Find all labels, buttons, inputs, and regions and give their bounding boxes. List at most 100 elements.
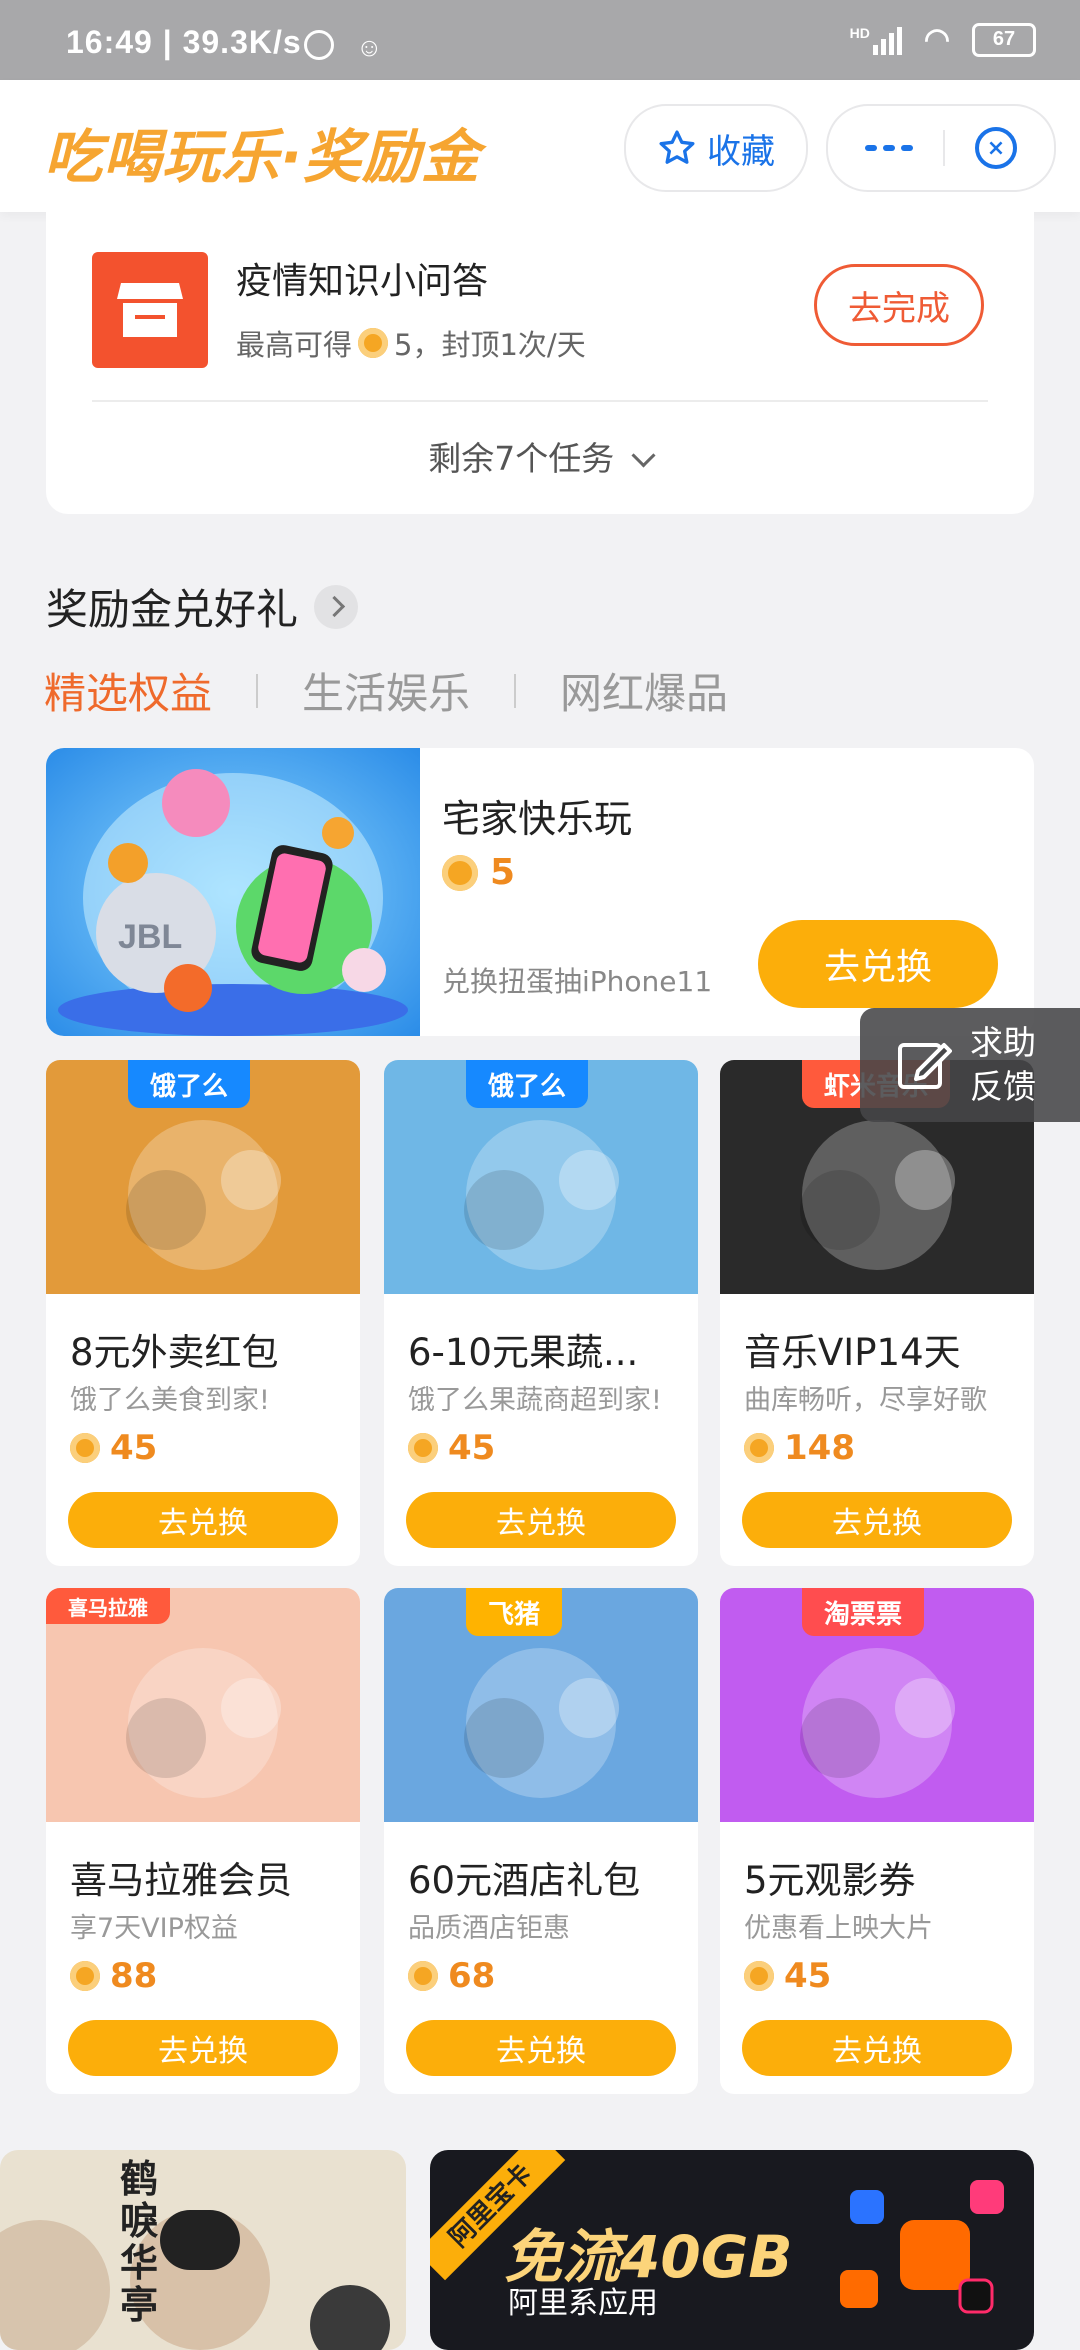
reward-price-value: 45: [448, 1428, 496, 1468]
page-title: 吃喝玩乐·奖励金: [44, 123, 481, 191]
featured-image: JBL: [46, 748, 420, 1036]
reward-name: 60元酒店礼包: [408, 1859, 641, 1902]
reward-price: 88: [70, 1956, 157, 1996]
network-type-label: HD: [849, 24, 870, 41]
reward-desc: 饿了么美食到家!: [70, 1385, 270, 1416]
data-plan-banner[interactable]: 阿里宝卡 免流40GB 阿里系应用: [430, 2150, 1034, 2350]
reward-card-ximalaya-vip[interactable]: 喜马拉雅 喜马拉雅会员 享7天VIP权益 88 去兑换: [46, 1588, 360, 2094]
featured-price-value: 5: [490, 852, 516, 893]
redeem-button[interactable]: 去兑换: [742, 2020, 1012, 2076]
shop-icon: [92, 252, 208, 368]
wifi-icon: ◠: [923, 23, 950, 56]
reward-desc: 享7天VIP权益: [70, 1913, 238, 1944]
reward-card-eleme-takeout[interactable]: 饿了么 8元外卖红包饿了么美食到家! 45 去兑换: [46, 1060, 360, 1566]
redeem-button[interactable]: 去兑换: [406, 1492, 676, 1548]
reward-name: 8元外卖红包: [70, 1331, 279, 1374]
app-icons-cluster: [840, 2180, 1004, 2314]
reward-name: 5元观影券: [744, 1859, 916, 1902]
close-miniapp-icon[interactable]: ×: [975, 127, 1017, 169]
coin-icon: [70, 1961, 100, 1991]
collect-button[interactable]: 收藏: [624, 104, 808, 192]
reward-price-value: 45: [110, 1428, 158, 1468]
coin-icon: [358, 328, 389, 358]
featured-desc: 兑换扭蛋抽iPhone11: [442, 965, 713, 998]
reward-card-fliggy-hotel[interactable]: 飞猪 60元酒店礼包品质酒店钜惠 68 去兑换: [384, 1588, 698, 2094]
status-time: 16:49 | 39.3K/s: [66, 24, 302, 60]
capsule-menu: ×: [826, 104, 1056, 192]
coin-icon: [744, 1433, 774, 1463]
featured-title: 宅家快乐玩: [442, 797, 633, 841]
featured-price: 5: [442, 852, 515, 893]
reward-price: 68: [408, 1956, 495, 1996]
edit-icon: [898, 1043, 952, 1089]
reward-desc: 品质酒店钜惠: [408, 1913, 570, 1944]
reward-desc: 优惠看上映大片: [744, 1913, 933, 1944]
collect-label: 收藏: [707, 131, 775, 172]
section-title[interactable]: 奖励金兑好礼: [46, 576, 359, 637]
redeem-button[interactable]: 去兑换: [68, 2020, 338, 2076]
task-reward-prefix: 最高可得: [236, 328, 353, 362]
battery-level: 67: [992, 28, 1016, 50]
task-reward-suffix: 5，封顶1次/天: [394, 328, 586, 362]
chevron-right-icon: [314, 584, 359, 629]
reward-name: 6-10元果蔬...: [408, 1331, 639, 1374]
brand-tag: 饿了么: [128, 1060, 251, 1108]
divider: [92, 400, 988, 402]
coin-icon: [408, 1433, 438, 1463]
reward-card-xiami-music[interactable]: 虾米音乐音乐VIP14天曲库畅听，尽享好歌148去兑换: [720, 1060, 1034, 1566]
tab-selected-benefits[interactable]: 精选权益: [44, 660, 212, 721]
redeem-button[interactable]: 去兑换: [406, 2020, 676, 2076]
task-card: 疫情知识小问答 最高可得 5，封顶1次/天 去完成 剩余7个任务: [46, 212, 1034, 514]
brand-tag: 淘票票: [802, 1588, 925, 1636]
remaining-tasks-toggle[interactable]: 剩余7个任务: [46, 432, 1034, 480]
complete-task-button[interactable]: 去完成: [814, 264, 984, 346]
battery-icon: 67: [972, 22, 1036, 57]
coin-icon: [442, 854, 478, 891]
redeem-button[interactable]: 去兑换: [742, 1492, 1012, 1548]
brand-tag: 喜马拉雅: [46, 1588, 170, 1624]
help-feedback-button[interactable]: 求助 反馈: [860, 1008, 1080, 1122]
reward-card-eleme-fruit[interactable]: 饿了么 6-10元果蔬... 饿了么果蔬商超到家! 45 去兑换: [384, 1060, 698, 1566]
coin-icon: [70, 1433, 100, 1463]
reward-price-value: 68: [448, 1956, 496, 1996]
more-icon[interactable]: [865, 145, 913, 151]
featured-card[interactable]: JBL 宅家快乐玩 5 兑换扭蛋抽iPhone11 去兑换: [46, 748, 1034, 1036]
reward-price-value: 148: [784, 1428, 855, 1468]
signal-icon: HD: [850, 25, 902, 55]
brand-tag: 飞猪: [466, 1588, 563, 1636]
section-title-label: 奖励金兑好礼: [46, 585, 299, 634]
drama-banner-image: [0, 2210, 390, 2350]
reward-price-value: 45: [784, 1956, 832, 1996]
star-icon: [659, 130, 695, 164]
reward-price: 45: [408, 1428, 495, 1468]
reward-desc: 曲库畅听，尽享好歌: [744, 1385, 987, 1416]
alarm-icon: [304, 30, 334, 60]
chevron-down-icon: [631, 443, 656, 468]
reward-card-taopiaopiao-movie[interactable]: 淘票票 5元观影券优惠看上映大片 45 去兑换: [720, 1588, 1034, 2094]
coin-icon: [408, 1961, 438, 1991]
status-bar: 16:49 | 39.3K/s ☺ HD ◠ 67: [0, 0, 1080, 80]
coin-icon: [744, 1961, 774, 1991]
help-line-2: 反馈: [970, 1067, 1036, 1106]
tab-bar: 精选权益 生活娱乐 网红爆品: [44, 660, 728, 721]
reward-price: 148: [744, 1428, 855, 1468]
featured-image-text: JBL: [118, 918, 182, 956]
reward-price: 45: [70, 1428, 157, 1468]
reward-name: 音乐VIP14天: [744, 1331, 961, 1374]
task-reward: 最高可得 5，封顶1次/天: [236, 322, 586, 364]
featured-redeem-button[interactable]: 去兑换: [758, 920, 998, 1008]
help-line-1: 求助: [970, 1023, 1036, 1062]
redeem-button[interactable]: 去兑换: [68, 1492, 338, 1548]
drama-banner[interactable]: 鹤唳华亭: [0, 2150, 406, 2350]
remaining-tasks-label: 剩余7个任务: [428, 439, 615, 478]
reward-price: 45: [744, 1956, 831, 1996]
notification-icon: ☺: [356, 32, 383, 62]
tab-divider: [256, 673, 259, 708]
tab-divider: [514, 673, 517, 708]
mini-app-header: 吃喝玩乐·奖励金 收藏 ×: [0, 80, 1080, 212]
data-plan-subtitle: 阿里系应用: [508, 2286, 658, 2321]
reward-desc: 饿了么果蔬商超到家!: [408, 1385, 662, 1416]
tab-life-entertainment[interactable]: 生活娱乐: [302, 660, 470, 721]
tab-hot-products[interactable]: 网红爆品: [560, 660, 728, 721]
reward-price-value: 88: [110, 1956, 158, 1996]
